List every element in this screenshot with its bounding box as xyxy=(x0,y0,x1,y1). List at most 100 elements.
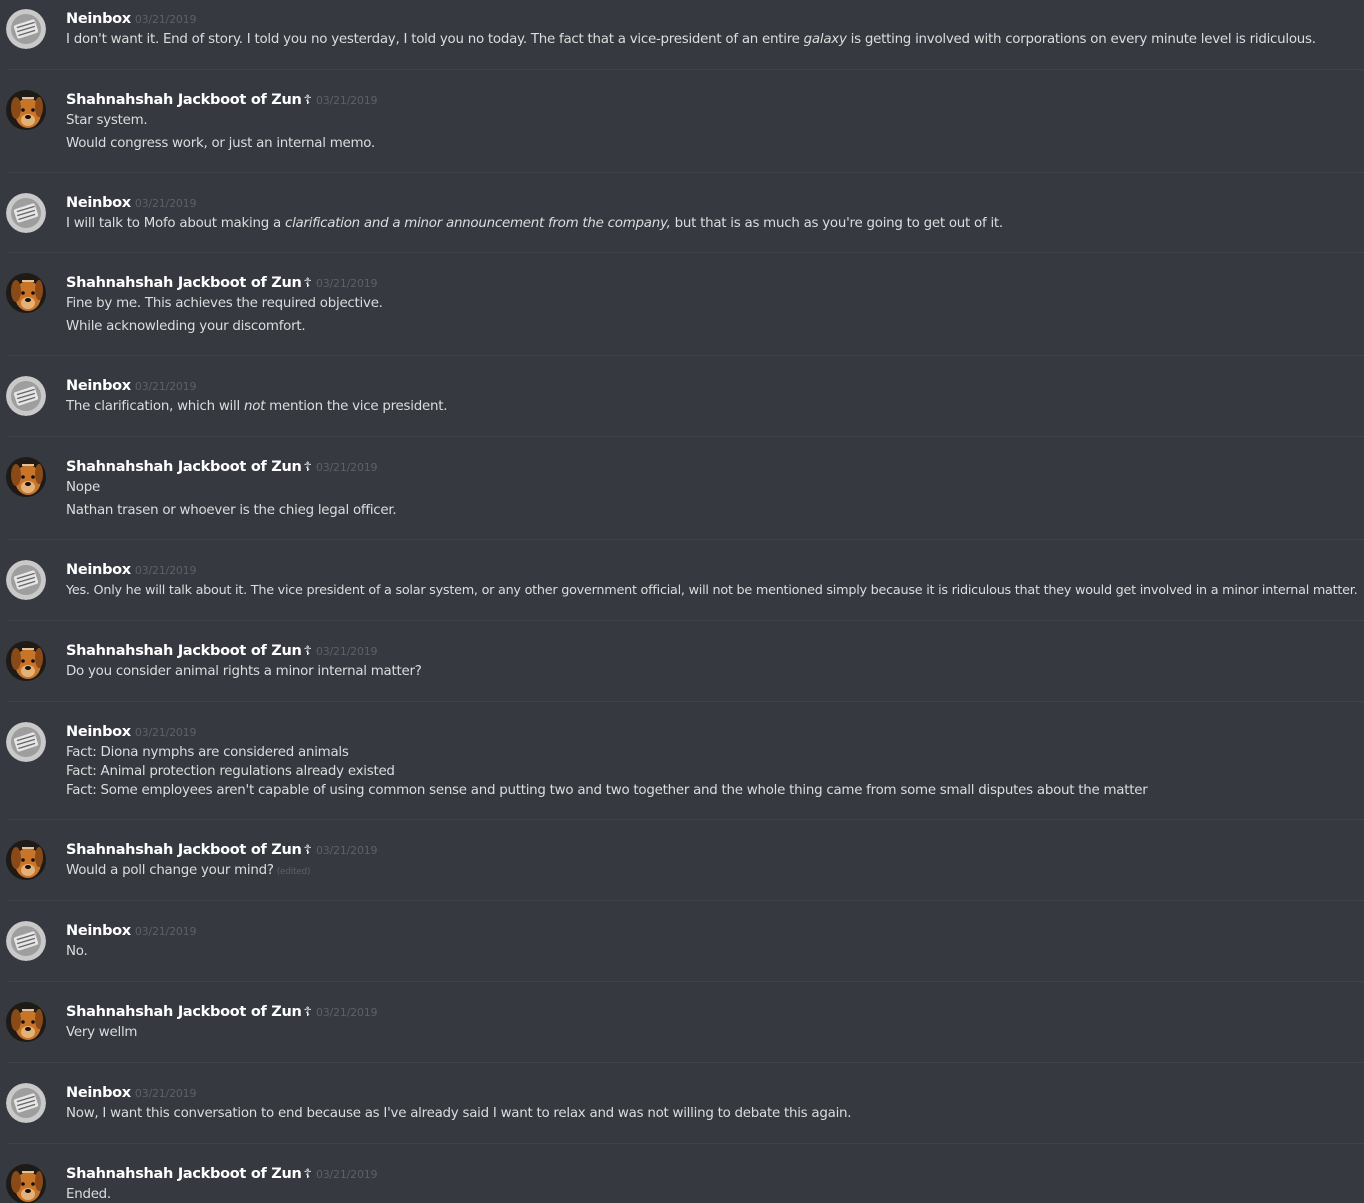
username[interactable]: Shahnahshah Jackboot of Zun xyxy=(66,92,302,108)
neinbox-avatar-icon[interactable] xyxy=(6,1083,46,1123)
text-segment: Ended. xyxy=(66,1187,111,1202)
timestamp: 03/21/2019 xyxy=(315,277,378,290)
message-text: Fact: Some employees aren't capable of u… xyxy=(66,781,1358,800)
neinbox-avatar-icon[interactable] xyxy=(6,193,46,233)
message-content: I don't want it. End of story. I told yo… xyxy=(66,30,1358,53)
text-segment: I don't want it. End of story. I told yo… xyxy=(66,32,804,47)
username[interactable]: Neinbox xyxy=(66,923,131,939)
message-group: Neinbox 03/21/2019 I will talk to Mofo abo… xyxy=(0,187,1364,267)
message-group: Shahnahshah Jackboot of Zun ☦ 03/21/2019 Ve… xyxy=(0,996,1364,1077)
message-content: Ended. xyxy=(66,1185,1358,1203)
timestamp: 03/21/2019 xyxy=(134,380,197,393)
text-segment: mention the vice president. xyxy=(265,399,448,414)
message-divider xyxy=(8,252,1364,253)
dog-avatar-icon[interactable] xyxy=(6,273,46,313)
timestamp: 03/21/2019 xyxy=(134,1087,197,1100)
neinbox-avatar-icon[interactable] xyxy=(6,921,46,961)
message-group: Neinbox 03/21/2019 Fact: Diona nymphs are … xyxy=(0,716,1364,834)
message-divider xyxy=(8,1062,1364,1063)
timestamp: 03/21/2019 xyxy=(315,1168,378,1181)
username[interactable]: Shahnahshah Jackboot of Zun xyxy=(66,1004,302,1020)
message-group: Shahnahshah Jackboot of Zun ☦ 03/21/2019 Do… xyxy=(0,635,1364,716)
timestamp: 03/21/2019 xyxy=(134,726,197,739)
cross-badge-icon: ☦ xyxy=(303,1167,312,1182)
message-divider xyxy=(8,436,1364,437)
username[interactable]: Neinbox xyxy=(66,1085,131,1101)
username[interactable]: Shahnahshah Jackboot of Zun xyxy=(66,459,302,475)
cross-badge-icon: ☦ xyxy=(303,460,312,475)
timestamp: 03/21/2019 xyxy=(315,844,378,857)
dog-avatar-icon[interactable] xyxy=(6,840,46,880)
text-segment: Star system. xyxy=(66,113,148,128)
username[interactable]: Neinbox xyxy=(66,11,131,27)
neinbox-avatar-icon[interactable] xyxy=(6,376,46,416)
neinbox-avatar-icon[interactable] xyxy=(6,560,46,600)
dog-avatar-icon[interactable] xyxy=(6,90,46,130)
text-segment: The clarification, which will xyxy=(66,399,244,414)
message-header: Neinbox 03/21/2019 xyxy=(66,721,196,743)
message-text: Do you consider animal rights a minor in… xyxy=(66,662,1358,685)
message-text: Star system. xyxy=(66,111,1358,134)
neinbox-avatar-icon[interactable] xyxy=(6,722,46,762)
message-content: I will talk to Mofo about making a clari… xyxy=(66,214,1358,237)
message-group: Shahnahshah Jackboot of Zun ☦ 03/21/2019 En… xyxy=(0,1158,1364,1203)
dog-avatar-icon[interactable] xyxy=(6,1002,46,1042)
message-text: I don't want it. End of story. I told yo… xyxy=(66,30,1358,53)
text-segment: Nathan trasen or whoever is the chieg le… xyxy=(66,503,397,518)
message-divider xyxy=(8,701,1364,702)
message-text: Nope xyxy=(66,478,1358,501)
message-header: Shahnahshah Jackboot of Zun ☦ 03/21/2019 xyxy=(66,640,378,662)
text-segment: Fact: Diona nymphs are considered animal… xyxy=(66,745,349,760)
username[interactable]: Neinbox xyxy=(66,378,131,394)
username[interactable]: Neinbox xyxy=(66,724,131,740)
message-divider xyxy=(8,539,1364,540)
cross-badge-icon: ☦ xyxy=(303,644,312,659)
message-group: Neinbox 03/21/2019 Yes. Only he will talk … xyxy=(0,554,1364,635)
text-segment: is getting involved with corporations on… xyxy=(846,32,1316,47)
message-header: Neinbox 03/21/2019 xyxy=(66,1082,196,1104)
message-header: Shahnahshah Jackboot of Zun ☦ 03/21/2019 xyxy=(66,272,378,294)
text-segment: Fact: Animal protection regulations alre… xyxy=(66,764,395,779)
message-text: Now, I want this conversation to end bec… xyxy=(66,1104,1358,1127)
message-header: Shahnahshah Jackboot of Zun ☦ 03/21/2019 xyxy=(66,1163,378,1185)
italic-text: clarification and a minor announcement f… xyxy=(284,216,671,231)
text-segment: Fact: Some employees aren't capable of u… xyxy=(66,783,1148,798)
timestamp: 03/21/2019 xyxy=(315,645,378,658)
dog-avatar-icon[interactable] xyxy=(6,457,46,497)
message-divider xyxy=(8,1143,1364,1144)
text-segment: No. xyxy=(66,944,88,959)
message-divider xyxy=(8,355,1364,356)
message-group: Neinbox 03/21/2019 Now, I want this conver… xyxy=(0,1077,1364,1158)
username[interactable]: Neinbox xyxy=(66,195,131,211)
cross-badge-icon: ☦ xyxy=(303,843,312,858)
message-header: Shahnahshah Jackboot of Zun ☦ 03/21/2019 xyxy=(66,1001,378,1023)
message-divider xyxy=(8,900,1364,901)
timestamp: 03/21/2019 xyxy=(315,94,378,107)
cross-badge-icon: ☦ xyxy=(303,1005,312,1020)
message-group: Shahnahshah Jackboot of Zun ☦ 03/21/2019 Wo… xyxy=(0,834,1364,915)
message-divider xyxy=(8,172,1364,173)
message-divider xyxy=(8,620,1364,621)
username[interactable]: Shahnahshah Jackboot of Zun xyxy=(66,842,302,858)
message-divider xyxy=(8,981,1364,982)
dog-avatar-icon[interactable] xyxy=(6,641,46,681)
username[interactable]: Shahnahshah Jackboot of Zun xyxy=(66,643,302,659)
dog-avatar-icon[interactable] xyxy=(6,1164,46,1203)
text-segment: Yes. Only he will talk about it. The vic… xyxy=(66,583,1358,598)
text-segment: Nope xyxy=(66,480,100,495)
message-content: Very wellm xyxy=(66,1023,1358,1046)
message-header: Shahnahshah Jackboot of Zun ☦ 03/21/2019 xyxy=(66,89,378,111)
message-header: Neinbox 03/21/2019 xyxy=(66,920,196,942)
message-header: Shahnahshah Jackboot of Zun ☦ 03/21/2019 xyxy=(66,456,378,478)
username[interactable]: Shahnahshah Jackboot of Zun xyxy=(66,1166,302,1182)
cross-badge-icon: ☦ xyxy=(303,93,312,108)
message-text: Yes. Only he will talk about it. The vic… xyxy=(66,581,1358,604)
message-content: Fact: Diona nymphs are considered animal… xyxy=(66,743,1358,800)
message-group: Neinbox 03/21/2019 I don't want it. End of… xyxy=(0,3,1364,84)
username[interactable]: Neinbox xyxy=(66,562,131,578)
neinbox-avatar-icon[interactable] xyxy=(6,9,46,49)
username[interactable]: Shahnahshah Jackboot of Zun xyxy=(66,275,302,291)
text-segment: Fine by me. This achieves the required o… xyxy=(66,296,383,311)
text-segment: Do you consider animal rights a minor in… xyxy=(66,664,422,679)
message-group: Neinbox 03/21/2019 The clarification, whic… xyxy=(0,370,1364,451)
